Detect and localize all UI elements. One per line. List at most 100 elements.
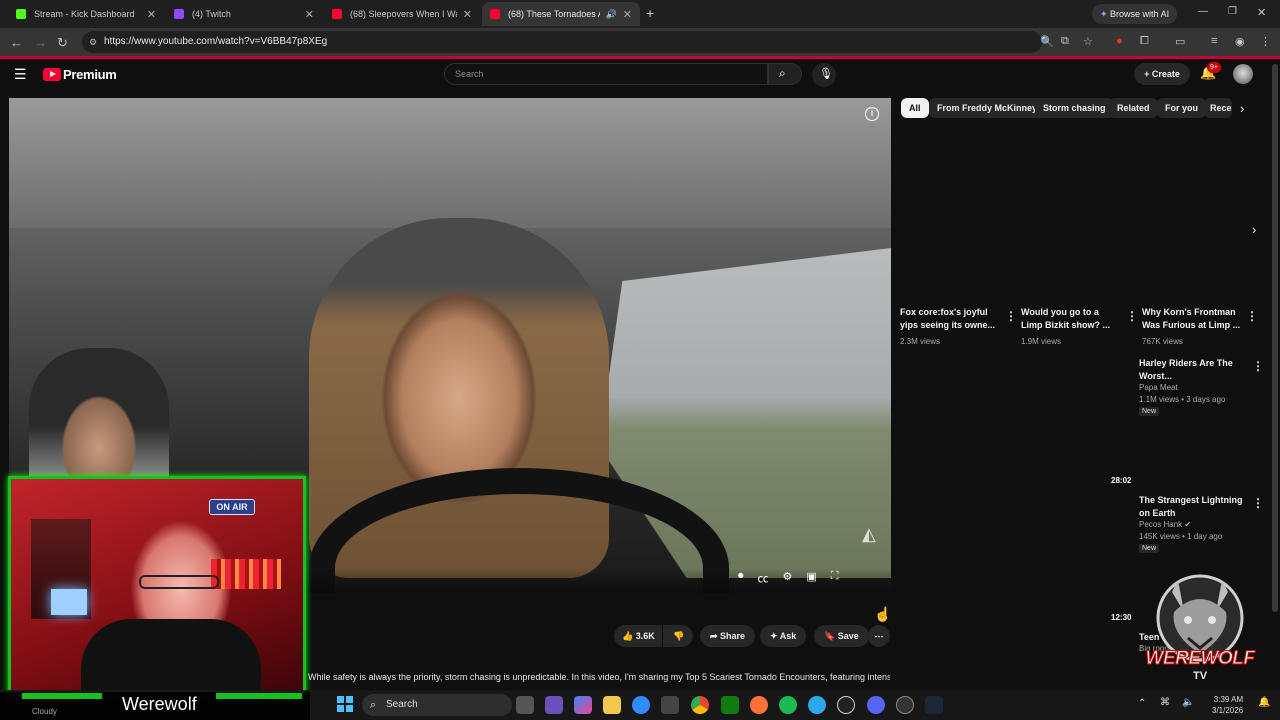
short-title[interactable]: Fox core:fox's joyful yips seeing its ow… <box>900 306 1000 332</box>
site-info-icon[interactable]: ⚙ <box>89 31 97 53</box>
minimize-icon[interactable]: — <box>1198 6 1208 17</box>
browser-menu-icon[interactable]: ⋮ <box>1260 35 1271 48</box>
xbox-icon[interactable] <box>721 696 739 714</box>
taskbar-search[interactable]: ⌕ Search <box>362 694 512 716</box>
tab-title: (4) Twitch <box>192 9 231 19</box>
channel-watermark-icon[interactable]: ◭ <box>862 524 876 545</box>
cast-icon[interactable]: ⧉ <box>1061 35 1069 48</box>
restore-icon[interactable]: ❐ <box>1228 6 1237 17</box>
short-menu-icon[interactable]: ⋮ <box>1246 309 1258 323</box>
chip-all[interactable]: All <box>901 98 929 118</box>
share-button[interactable]: ➦ Share <box>700 625 756 647</box>
youtube-logo-icon[interactable] <box>43 68 61 81</box>
shorts-next-chevron-icon[interactable]: › <box>1252 222 1256 237</box>
video-title[interactable]: Harley Riders Are The Worst... <box>1139 357 1249 383</box>
video-channel[interactable]: Papa Meat <box>1139 382 1178 394</box>
info-icon[interactable]: i <box>865 107 879 121</box>
miniplayer-icon[interactable]: ▣ <box>806 570 816 586</box>
close-icon[interactable]: ✕ <box>147 8 156 21</box>
short-menu-icon[interactable]: ⋮ <box>1126 309 1138 323</box>
dislike-button[interactable]: 👎 <box>663 625 693 647</box>
search-input[interactable]: Search <box>444 63 768 85</box>
chrome-icon[interactable] <box>691 696 709 714</box>
video-description[interactable]: While safety is always the priority, sto… <box>308 672 890 682</box>
name-plate-accent <box>216 693 302 699</box>
close-icon[interactable]: ✕ <box>623 8 632 21</box>
video-menu-icon[interactable]: ⋮ <box>1252 359 1264 373</box>
account-avatar[interactable] <box>1233 64 1253 84</box>
store-icon[interactable] <box>661 696 679 714</box>
short-views: 1.9M views <box>1021 337 1062 346</box>
spotify-icon[interactable] <box>779 696 797 714</box>
werewolf-logo-text: WEREWOLF <box>1145 648 1255 670</box>
steam-icon[interactable] <box>925 696 943 714</box>
autoplay-toggle-icon[interactable]: ⏺ <box>738 570 744 586</box>
url-field[interactable]: ⚙ https://www.youtube.com/watch?v=V6BB47… <box>82 31 1042 53</box>
edge-icon[interactable] <box>632 696 650 714</box>
task-view-icon[interactable] <box>516 696 534 714</box>
short-title[interactable]: Why Korn's Frontman Was Furious at Limp … <box>1142 306 1242 332</box>
browse-with-ai-button[interactable]: ✦ Browse with AI <box>1092 4 1178 24</box>
network-icon[interactable]: ⌘ <box>1160 697 1170 708</box>
short-menu-icon[interactable]: ⋮ <box>1005 309 1017 323</box>
video-menu-icon[interactable]: ⋮ <box>1252 496 1264 510</box>
extensions-icon[interactable]: ⧠ <box>1140 35 1149 48</box>
close-icon[interactable]: ✕ <box>305 8 314 21</box>
page-scrollbar[interactable] <box>1272 64 1278 612</box>
tab-tornadoes[interactable]: (68) These Tornadoes Almost 🔊 ✕ <box>482 2 640 26</box>
video-title[interactable]: The Strangest Lightning on Earth <box>1139 494 1249 520</box>
close-window-icon[interactable]: ✕ <box>1257 6 1266 19</box>
file-explorer-icon[interactable] <box>603 696 621 714</box>
captions-icon[interactable]: ㏄ <box>758 570 769 586</box>
profile-avatar-icon[interactable]: ◉ <box>1235 35 1245 48</box>
save-button[interactable]: 🔖 Save <box>814 625 869 647</box>
settings-gear-icon[interactable]: ⚙ <box>783 570 793 586</box>
create-button[interactable]: + Create <box>1134 63 1190 85</box>
tab-sleepovers[interactable]: (68) Sleepovers When I Was A Kid ✕ <box>324 2 480 26</box>
obs-icon[interactable] <box>896 696 914 714</box>
hamburger-menu-icon[interactable]: ☰ <box>14 66 27 83</box>
ask-button[interactable]: ✦ Ask <box>760 625 807 647</box>
sidepanel-icon[interactable]: ▭ <box>1175 35 1185 48</box>
video-duration: 28:02 <box>1111 476 1132 485</box>
youtube-premium-label[interactable]: Premium <box>63 67 117 82</box>
forward-icon[interactable]: → <box>34 35 47 50</box>
firefox-icon[interactable] <box>750 696 768 714</box>
volume-icon[interactable]: 🔈 <box>1182 697 1194 708</box>
chip-related[interactable]: Related <box>1109 98 1158 118</box>
teams-icon[interactable] <box>545 696 563 714</box>
telegram-icon[interactable] <box>808 696 826 714</box>
fullscreen-icon[interactable]: ⛶ <box>831 570 839 586</box>
copilot-icon[interactable] <box>574 696 592 714</box>
chip-for-you[interactable]: For you <box>1157 98 1206 118</box>
new-tab-button[interactable]: + <box>646 5 654 21</box>
tab-kick-dashboard[interactable]: Stream - Kick Dashboard ✕ <box>8 2 164 26</box>
voice-search-button[interactable]: 🎙 <box>812 63 836 87</box>
extension-red-icon[interactable]: ● <box>1116 35 1123 47</box>
media-player-icon[interactable] <box>837 696 855 714</box>
discord-icon[interactable] <box>867 696 885 714</box>
video-channel[interactable]: Pecos Hank ✔ <box>1139 519 1191 531</box>
taskbar-clock[interactable]: 3:39 AM 3/1/2026 <box>1212 694 1243 716</box>
back-icon[interactable]: ← <box>10 35 23 50</box>
reload-icon[interactable]: ↻ <box>57 35 68 51</box>
more-actions-button[interactable]: ⋯ <box>868 625 890 647</box>
speaker-icon[interactable]: 🔊 <box>606 9 617 20</box>
chip-recent[interactable]: Rece <box>1204 98 1232 118</box>
chevron-right-icon[interactable]: › <box>1240 101 1244 116</box>
like-button[interactable]: 👍 3.6K <box>614 625 662 647</box>
tab-twitch[interactable]: (4) Twitch ✕ <box>166 2 322 26</box>
tray-overflow-icon[interactable]: ⌃ <box>1138 698 1146 709</box>
url-text: https://www.youtube.com/watch?v=V6BB47p8… <box>104 36 328 47</box>
chip-from-freddy[interactable]: From Freddy McKinney <box>929 98 1046 118</box>
media-controls-icon[interactable]: ≡ <box>1211 35 1217 47</box>
chip-storm-chasing[interactable]: Storm chasing <box>1035 98 1114 118</box>
windows-start-icon[interactable] <box>337 696 353 712</box>
search-button[interactable]: ⌕ <box>768 63 802 85</box>
close-icon[interactable]: ✕ <box>463 8 472 21</box>
bookmark-star-icon[interactable]: ☆ <box>1083 35 1093 48</box>
zoom-icon[interactable]: 🔍 <box>1040 35 1054 48</box>
twitch-icon <box>174 9 184 19</box>
notification-center-icon[interactable]: 🔔 <box>1258 697 1270 708</box>
short-title[interactable]: Would you go to a Limp Bizkit show? ... <box>1021 306 1121 332</box>
